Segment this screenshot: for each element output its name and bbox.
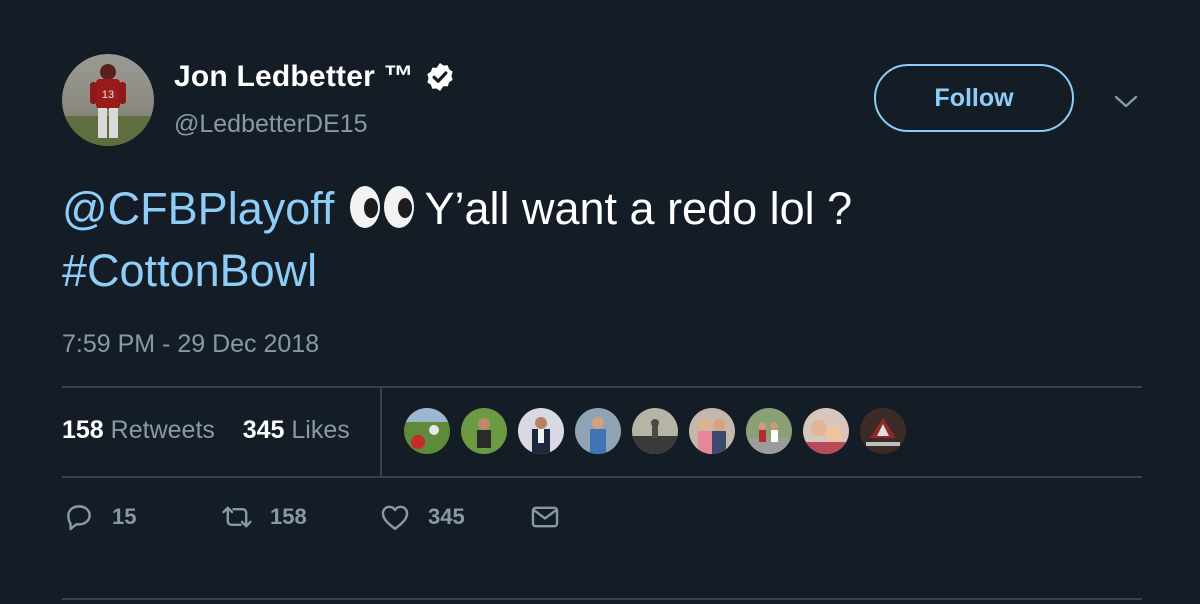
retweets-label[interactable]: Retweets bbox=[111, 416, 215, 444]
envelope-icon bbox=[531, 506, 559, 528]
like-button[interactable]: 345 bbox=[378, 500, 528, 534]
follow-button[interactable]: Follow bbox=[874, 64, 1074, 132]
liker-avatar[interactable] bbox=[746, 408, 792, 454]
retweet-count: 158 bbox=[270, 504, 307, 529]
author-display-name[interactable]: Jon Ledbetter ™ bbox=[174, 60, 414, 94]
tweet-body-text: Y’all want a redo lol ? bbox=[424, 183, 853, 234]
liker-avatar[interactable] bbox=[803, 408, 849, 454]
reply-icon bbox=[67, 505, 91, 531]
liker-avatar[interactable] bbox=[518, 408, 564, 454]
author-avatar[interactable]: 13 bbox=[62, 54, 154, 146]
reply-count: 15 bbox=[112, 504, 137, 529]
hashtag-link[interactable]: #CottonBowl bbox=[62, 245, 317, 296]
liker-avatar[interactable] bbox=[575, 408, 621, 454]
likes-label[interactable]: Likes bbox=[291, 416, 349, 444]
stats-vertical-divider bbox=[380, 388, 382, 476]
author-handle[interactable]: @LedbetterDE15 bbox=[174, 110, 368, 139]
liker-avatar[interactable] bbox=[860, 408, 906, 454]
retweet-icon bbox=[222, 506, 252, 528]
liker-avatar[interactable] bbox=[632, 408, 678, 454]
liker-avatar[interactable] bbox=[461, 408, 507, 454]
likes-count[interactable]: 345 bbox=[243, 416, 285, 444]
engagement-stats: 158 Retweets 345 Likes bbox=[62, 416, 350, 445]
liker-avatar[interactable] bbox=[689, 408, 735, 454]
tweet-timestamp[interactable]: 7:59 PM - 29 Dec 2018 bbox=[62, 330, 319, 359]
retweet-button[interactable]: 158 bbox=[220, 500, 378, 534]
chevron-down-icon[interactable] bbox=[1112, 92, 1140, 112]
retweets-count[interactable]: 158 bbox=[62, 416, 104, 444]
liker-avatars bbox=[404, 408, 917, 454]
jersey-number: 13 bbox=[102, 89, 114, 101]
heart-icon bbox=[381, 505, 409, 530]
stats-bottom-divider bbox=[62, 476, 1142, 478]
mention-link[interactable]: @CFBPlayoff bbox=[62, 183, 334, 234]
direct-message-button[interactable] bbox=[528, 500, 562, 534]
tweet-card: 13 Jon Ledbetter ™ @LedbetterDE15 Follow… bbox=[0, 0, 1200, 604]
reply-button[interactable]: 15 bbox=[62, 500, 220, 534]
author-name-row: Jon Ledbetter ™ bbox=[174, 60, 456, 94]
eyes-emoji-icon bbox=[350, 186, 415, 228]
like-count: 345 bbox=[428, 504, 465, 529]
tweet-actions: 15 158 345 bbox=[62, 500, 562, 534]
tweet-bottom-divider bbox=[62, 598, 1142, 600]
liker-avatar[interactable] bbox=[404, 408, 450, 454]
tweet-text: @CFBPlayoff Y’all want a redo lol ? #Cot… bbox=[62, 178, 1142, 302]
verified-badge-icon bbox=[427, 63, 453, 91]
stats-top-divider bbox=[62, 386, 1142, 388]
